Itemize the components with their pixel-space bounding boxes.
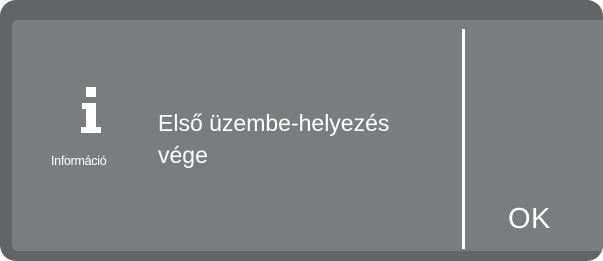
button-divider: [462, 29, 465, 249]
dialog-screen: Információ Első üzembe-helyezés vége OK: [12, 20, 603, 251]
message-line-1: Első üzembe-helyezés: [158, 110, 390, 136]
dialog-message: Első üzembe-helyezés vége: [158, 107, 458, 171]
info-caption: Információ: [51, 154, 107, 168]
message-line-2: vége: [158, 142, 208, 168]
ok-button[interactable]: OK: [466, 20, 603, 251]
info-icon: [81, 87, 101, 133]
display-bezel: Információ Első üzembe-helyezés vége OK: [0, 0, 603, 261]
ok-button-label: OK: [508, 203, 551, 235]
